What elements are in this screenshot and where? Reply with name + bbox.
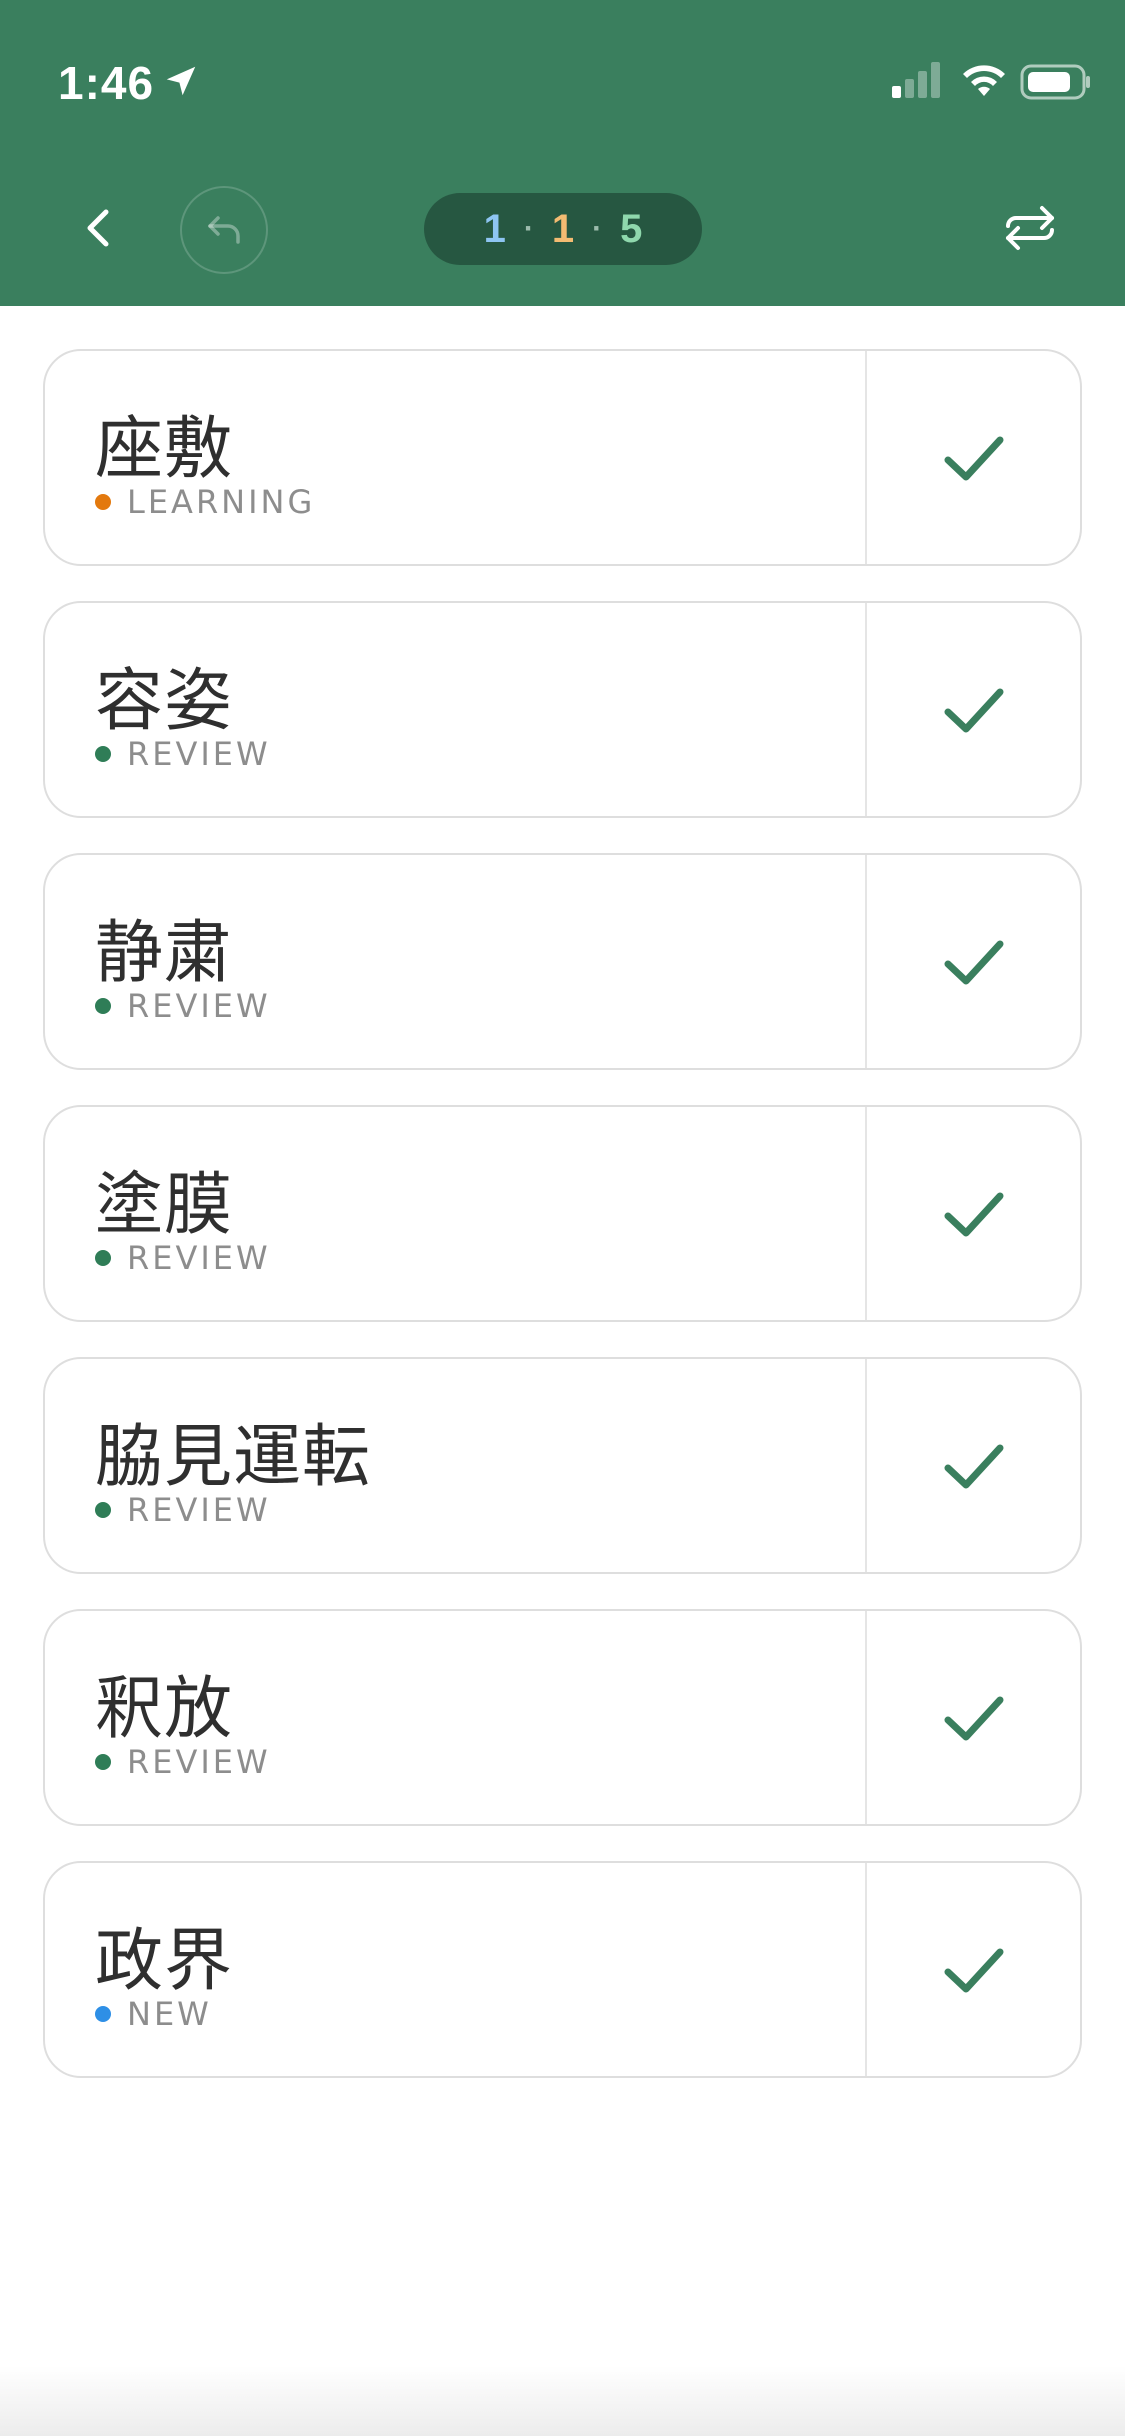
card-content[interactable]: 釈放 REVIEW <box>45 1611 865 1824</box>
swap-arrows-icon <box>1006 206 1054 250</box>
list-item[interactable]: 容姿 REVIEW <box>43 601 1082 818</box>
list-item[interactable]: 座敷 LEARNING <box>43 349 1082 566</box>
undo-button[interactable] <box>180 186 268 274</box>
check-button[interactable] <box>867 603 1080 816</box>
status-label: REVIEW <box>127 1743 271 1781</box>
check-button[interactable] <box>867 1107 1080 1320</box>
status-label: NEW <box>127 1995 212 2033</box>
check-button[interactable] <box>867 1863 1080 2076</box>
review-count: 5 <box>620 206 643 251</box>
status-dot <box>95 1754 111 1770</box>
swap-button[interactable] <box>994 196 1066 260</box>
cellular-signal-icon <box>892 62 940 98</box>
counter-separator: · <box>523 212 534 245</box>
status-dot <box>95 2006 111 2022</box>
status-dot <box>95 494 111 510</box>
card-term: 静粛 <box>95 914 234 993</box>
check-button[interactable] <box>867 1611 1080 1824</box>
checkmark-icon <box>944 1696 1003 1740</box>
chevron-left-icon <box>87 209 109 247</box>
card-status: REVIEW <box>95 735 271 773</box>
wifi-icon <box>963 65 1005 96</box>
bottom-shadow <box>0 2366 1125 2436</box>
card-content[interactable]: 政界 NEW <box>45 1863 865 2076</box>
checkmark-icon <box>944 1948 1003 1992</box>
learning-count: 1 <box>551 206 575 251</box>
status-label: LEARNING <box>127 483 316 521</box>
card-content[interactable]: 塗膜 REVIEW <box>45 1107 865 1320</box>
card-term: 脇見運転 <box>95 1418 372 1497</box>
undo-icon <box>208 216 240 244</box>
status-label: REVIEW <box>127 1491 271 1529</box>
card-status: REVIEW <box>95 1491 271 1529</box>
status-dot <box>95 1502 111 1518</box>
card-content[interactable]: 容姿 REVIEW <box>45 603 865 816</box>
card-status: REVIEW <box>95 987 271 1025</box>
check-button[interactable] <box>867 1359 1080 1572</box>
status-dot <box>95 1250 111 1266</box>
card-status: NEW <box>95 1995 212 2033</box>
progress-counter: 1 · 1 · 5 <box>424 193 702 265</box>
status-label: REVIEW <box>127 987 271 1025</box>
card-content[interactable]: 脇見運転 REVIEW <box>45 1359 865 1572</box>
card-term: 釈放 <box>95 1670 234 1749</box>
list-item[interactable]: 静粛 REVIEW <box>43 853 1082 1070</box>
status-dot <box>95 998 111 1014</box>
top-bar: 1:46 1 · 1 · 5 <box>0 0 1125 306</box>
list-item[interactable]: 政界 NEW <box>43 1861 1082 2078</box>
checkmark-icon <box>944 940 1003 984</box>
check-button[interactable] <box>867 351 1080 564</box>
card-content[interactable]: 静粛 REVIEW <box>45 855 865 1068</box>
card-term: 塗膜 <box>95 1166 234 1245</box>
card-content[interactable]: 座敷 LEARNING <box>45 351 865 564</box>
list-item[interactable]: 塗膜 REVIEW <box>43 1105 1082 1322</box>
battery-icon <box>1020 64 1090 100</box>
card-term: 座敷 <box>95 410 234 489</box>
card-status: REVIEW <box>95 1239 271 1277</box>
list-item[interactable]: 釈放 REVIEW <box>43 1609 1082 1826</box>
card-list: 座敷 LEARNING 容姿 REVIEW 静粛 REVIEW 塗膜 REVIE… <box>43 349 1082 2113</box>
counter-separator: · <box>592 212 603 245</box>
location-arrow-icon <box>166 66 196 96</box>
check-button[interactable] <box>867 855 1080 1068</box>
new-count: 1 <box>483 206 506 251</box>
status-dot <box>95 746 111 762</box>
card-status: REVIEW <box>95 1743 271 1781</box>
card-status: LEARNING <box>95 483 315 521</box>
card-term: 政界 <box>95 1922 234 2001</box>
checkmark-icon <box>944 688 1003 732</box>
checkmark-icon <box>944 1444 1003 1488</box>
list-item[interactable]: 脇見運転 REVIEW <box>43 1357 1082 1574</box>
back-button[interactable] <box>70 200 126 256</box>
checkmark-icon <box>944 1192 1003 1236</box>
status-time: 1:46 <box>58 57 155 109</box>
status-label: REVIEW <box>127 735 271 773</box>
checkmark-icon <box>944 436 1003 480</box>
status-label: REVIEW <box>127 1239 271 1277</box>
card-term: 容姿 <box>95 662 234 741</box>
